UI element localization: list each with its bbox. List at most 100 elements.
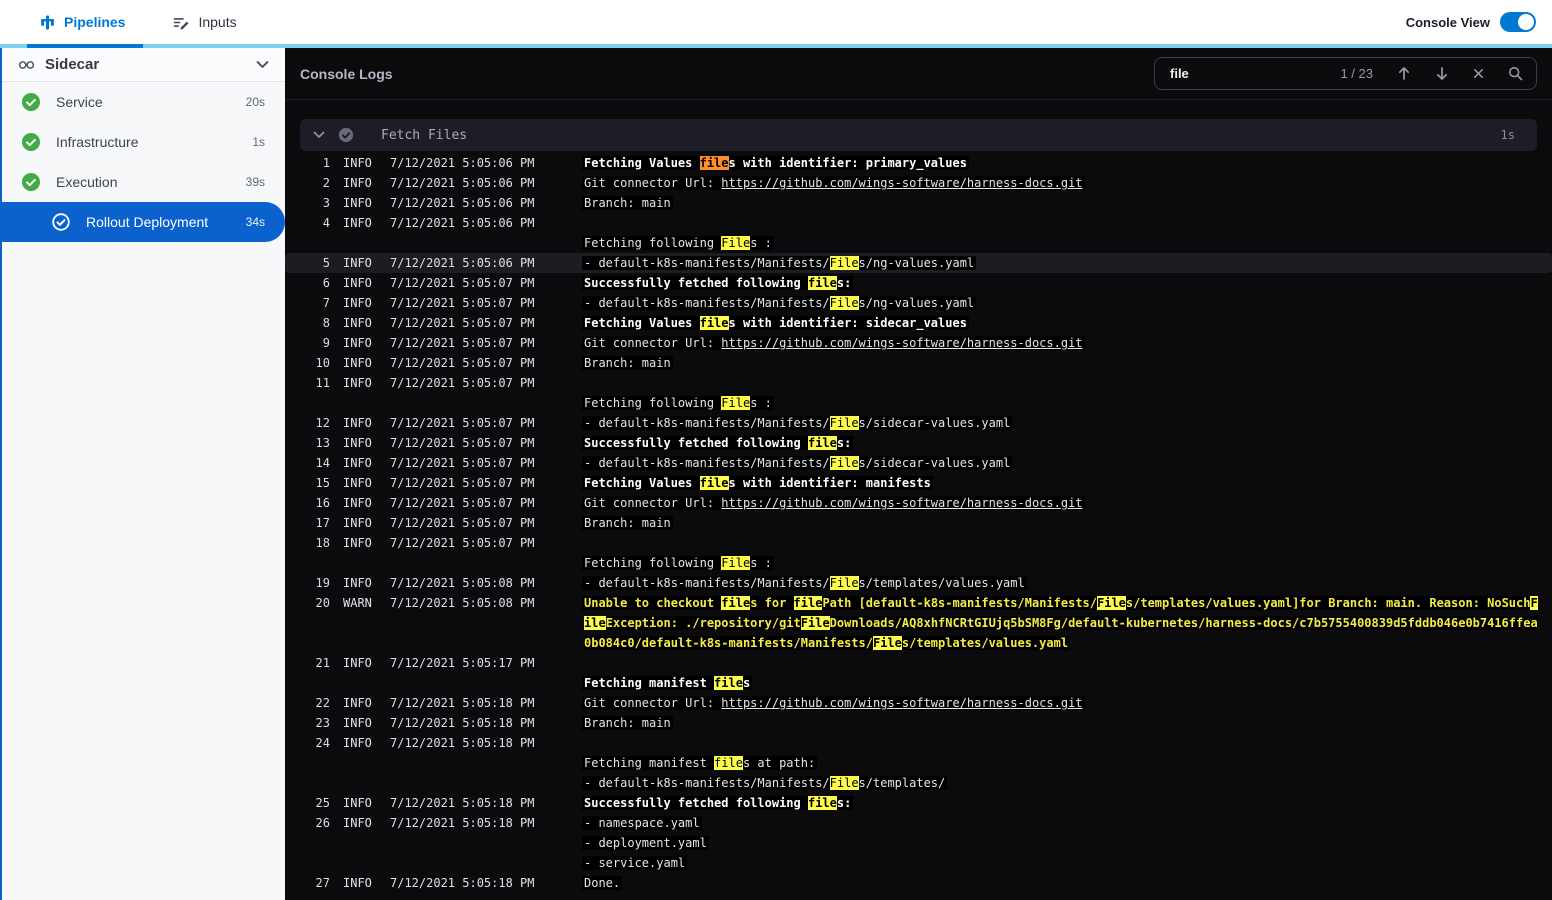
log-timestamp: 7/12/2021 5:05:07 PM: [390, 296, 535, 310]
log-line: 23 INFO 7/12/2021 5:05:18 PM Branch: main: [285, 713, 1552, 733]
inputs-icon: [173, 15, 189, 30]
log-text-chip: - default-k8s-manifests/Manifests/Files/…: [582, 576, 1027, 590]
console-view-toggle[interactable]: [1500, 12, 1536, 32]
log-text-chip: - default-k8s-manifests/Manifests/Files/…: [582, 416, 1013, 430]
check-circle-icon: [22, 133, 40, 151]
log-line-number: 13: [315, 436, 330, 450]
log-text-chip: Branch: main: [582, 716, 673, 730]
log-link[interactable]: https://github.com/wings-software/harnes…: [721, 176, 1082, 190]
search-match: File: [721, 236, 751, 250]
check-circle-icon: [338, 127, 354, 143]
log-timestamp: 7/12/2021 5:05:07 PM: [390, 496, 535, 510]
log-message-row: Fetching manifest files: [582, 673, 1538, 693]
log-line-number: 26: [315, 816, 330, 830]
log-message: Successfully fetched following files:: [582, 433, 1538, 453]
log-level: INFO: [343, 376, 372, 390]
sidebar-step-execution[interactable]: Execution 39s: [0, 162, 285, 202]
log-level: INFO: [343, 216, 372, 230]
search-match: File: [721, 396, 751, 410]
log-line-number: 8: [322, 316, 330, 330]
search-match: File: [721, 556, 751, 570]
log-line-number: 9: [322, 336, 330, 350]
step-label: Infrastructure: [56, 134, 139, 150]
step-duration: 39s: [245, 175, 265, 189]
log-level: INFO: [343, 736, 372, 750]
log-link[interactable]: https://github.com/wings-software/harnes…: [721, 336, 1082, 350]
execution-sidebar: Sidecar Service 20s Infrastructure 1s Execut…: [0, 48, 285, 900]
chevron-down-icon[interactable]: [256, 60, 269, 69]
log-line: 16 INFO 7/12/2021 5:05:07 PM Git connector …: [285, 493, 1552, 513]
log-message-row: Successfully fetched following files:: [582, 433, 1538, 453]
log-link[interactable]: https://github.com/wings-software/harnes…: [721, 496, 1082, 510]
app: Pipelines Inputs Console View Sidecar Se…: [0, 0, 1552, 900]
chevron-down-icon[interactable]: [313, 131, 325, 139]
log-message: Branch: main: [582, 353, 1538, 373]
log-line-number: 4: [322, 216, 330, 230]
log-text-chip: Unable to checkout files for filePath [d…: [582, 596, 1538, 650]
log-line: 17 INFO 7/12/2021 5:05:07 PM Branch: main: [285, 513, 1552, 533]
log-text: Unable to checkout files for filePath [d…: [584, 596, 1538, 650]
log-timestamp: 7/12/2021 5:05:06 PM: [390, 176, 535, 190]
log-message: Fetching manifest files: [582, 653, 1538, 693]
log-timestamp: 7/12/2021 5:05:07 PM: [390, 376, 535, 390]
search-input[interactable]: [1168, 65, 1341, 82]
log-line-number: 19: [315, 576, 330, 590]
log-section-header[interactable]: Fetch Files 1s: [300, 119, 1537, 151]
log-text-chip: Successfully fetched following files:: [582, 796, 854, 810]
log-text-chip: Git connector Url: https://github.com/wi…: [582, 176, 1085, 190]
log-line-number: 18: [315, 536, 330, 550]
log-text: Fetching manifest files: [584, 676, 751, 690]
log-level: INFO: [343, 816, 372, 830]
log-message: Fetching Values files with identifier: s…: [582, 313, 1538, 333]
log-text: Branch: main: [584, 196, 671, 210]
tab-label: Inputs: [198, 14, 237, 30]
next-match-button[interactable]: [1435, 66, 1449, 81]
log-message-row: Branch: main: [582, 193, 1538, 213]
log-message: Fetching following Files :: [582, 533, 1538, 573]
log-text-chip: - default-k8s-manifests/Manifests/Files/…: [582, 456, 1013, 470]
log-message: Fetching following Files :: [582, 213, 1538, 253]
log-line: 19 INFO 7/12/2021 5:05:08 PM - default-k8s-…: [285, 573, 1552, 593]
previous-match-button[interactable]: [1397, 66, 1411, 81]
search-match: file: [793, 596, 823, 610]
sidebar-step-rollout-deployment[interactable]: Rollout Deployment 34s: [0, 202, 285, 242]
log-link[interactable]: https://github.com/wings-software/harnes…: [721, 696, 1082, 710]
log-message-row: Fetching Values files with identifier: s…: [582, 313, 1538, 333]
tab-pipelines[interactable]: Pipelines: [40, 14, 125, 30]
log-line-number: 27: [315, 876, 330, 890]
sidebar-step-infrastructure[interactable]: Infrastructure 1s: [0, 122, 285, 162]
log-line: 21 INFO 7/12/2021 5:05:17 PM Fetching mani…: [285, 653, 1552, 693]
log-text: Fetching following Files :: [584, 396, 772, 410]
log-text: Fetching Values files with identifier: s…: [584, 316, 967, 330]
log-text: Branch: main: [584, 516, 671, 530]
toggle-knob: [1518, 14, 1534, 30]
log-line-number: 5: [322, 256, 330, 270]
log-text: Git connector Url:: [584, 496, 722, 510]
log-level: INFO: [343, 156, 372, 170]
log-message-row: - namespace.yaml: [582, 813, 1538, 833]
log-timestamp: 7/12/2021 5:05:18 PM: [390, 796, 535, 810]
log-timestamp: 7/12/2021 5:05:06 PM: [390, 216, 535, 230]
log-message-row: Fetching manifest files at path:: [582, 753, 1538, 773]
log-timestamp: 7/12/2021 5:05:07 PM: [390, 476, 535, 490]
log-text: - deployment.yaml: [584, 836, 707, 850]
log-line: 26 INFO 7/12/2021 5:05:18 PM - namespace.ya…: [285, 813, 1552, 873]
log-message-row: [584, 733, 1538, 753]
log-line-number: 16: [315, 496, 330, 510]
log-level: INFO: [343, 576, 372, 590]
console-panel: Console Logs 1 / 23: [285, 48, 1552, 900]
log-line-number: 25: [315, 796, 330, 810]
log-timestamp: 7/12/2021 5:05:07 PM: [390, 336, 535, 350]
sidebar-step-service[interactable]: Service 20s: [0, 82, 285, 122]
tab-inputs[interactable]: Inputs: [173, 14, 237, 30]
log-line-number: 20: [315, 596, 330, 610]
log-text-chip: Fetching Values files with identifier: p…: [582, 156, 969, 170]
log-timestamp: 7/12/2021 5:05:18 PM: [390, 696, 535, 710]
clear-search-button[interactable]: [1473, 68, 1484, 79]
log-line: 10 INFO 7/12/2021 5:05:07 PM Branch: main: [285, 353, 1552, 373]
log-line: 13 INFO 7/12/2021 5:05:07 PM Successfully f…: [285, 433, 1552, 453]
log-line: 14 INFO 7/12/2021 5:05:07 PM - default-k8s-…: [285, 453, 1552, 473]
log-message-row: Done.: [582, 873, 1538, 893]
log-message: Git connector Url: https://github.com/wi…: [582, 173, 1538, 193]
stage-header[interactable]: Sidecar: [0, 48, 285, 82]
